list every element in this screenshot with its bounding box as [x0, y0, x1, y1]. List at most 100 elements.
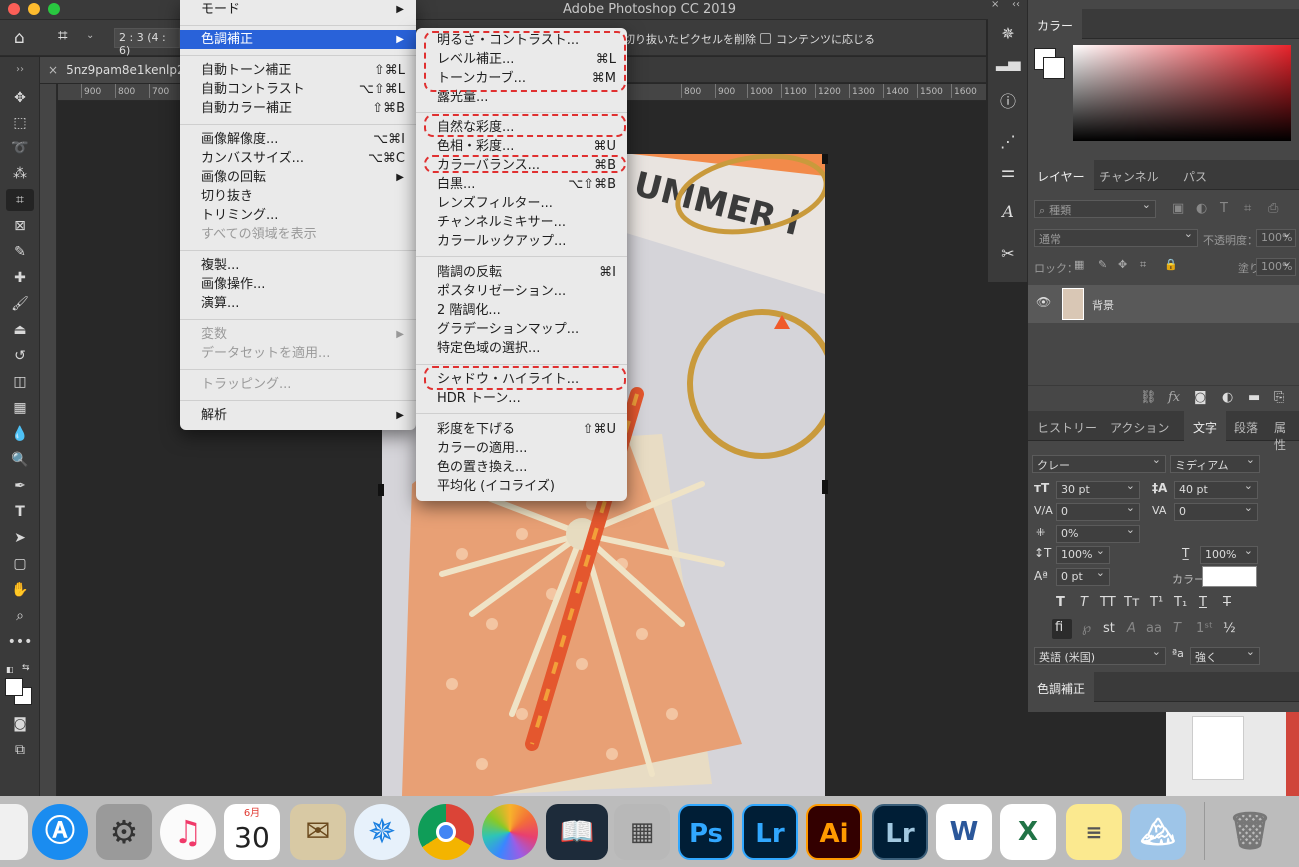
menu-item-duplicate[interactable]: 複製... [180, 256, 416, 275]
history-brush-tool-icon[interactable]: ↺ [6, 345, 34, 367]
font-size-input[interactable]: 30 pt [1056, 479, 1140, 499]
color-picker-field[interactable] [1073, 45, 1291, 141]
lightroom-icon[interactable]: Lr [872, 804, 928, 860]
menu-item-apply-image[interactable]: 画像操作... [180, 275, 416, 294]
blur-tool-icon[interactable]: 💧 [6, 423, 34, 445]
safari-icon[interactable]: ✵ [354, 804, 410, 860]
all-caps-icon[interactable]: TT [1100, 595, 1116, 610]
opacity-input[interactable]: 100% [1256, 227, 1296, 247]
preview-icon[interactable]: 🏔 [1130, 804, 1186, 860]
calculator-icon[interactable]: ▦ [614, 804, 670, 860]
filter-shape-icon[interactable]: ⌗ [1244, 201, 1251, 216]
excel-icon[interactable]: X [1000, 804, 1056, 860]
word-icon[interactable]: W [936, 804, 992, 860]
submenu-item-threshold[interactable]: 2 階調化... [416, 301, 627, 320]
kindle-icon[interactable]: 📖 [546, 804, 608, 860]
submenu-item-black-white[interactable]: 白黒... ⌥⇧⌘B [416, 175, 627, 194]
brush-settings-icon[interactable]: ⋰ [996, 130, 1020, 154]
finder-icon[interactable] [0, 804, 28, 860]
layer-style-icon[interactable]: fx [1168, 390, 1180, 405]
calendar-icon[interactable]: 6月 30 [224, 804, 280, 860]
leading-input[interactable]: 40 pt [1174, 479, 1258, 499]
fractions-icon[interactable]: ½ [1223, 621, 1236, 636]
tool-presets-icon[interactable]: ✂ [996, 242, 1020, 266]
submenu-item-desaturate[interactable]: 彩度を下げる ⇧⌘U [416, 420, 627, 439]
eyedropper-tool-icon[interactable]: ✎ [6, 241, 34, 263]
ordinals-icon[interactable]: 1ˢᵗ [1196, 621, 1213, 636]
character-styles-icon[interactable]: A [996, 200, 1020, 224]
pen-tool-icon[interactable]: ✒ [6, 475, 34, 497]
clone-stamp-tool-icon[interactable]: ⏏ [6, 319, 34, 341]
illustrator-icon[interactable]: Ai [806, 804, 862, 860]
menu-item-calculations[interactable]: 演算... [180, 294, 416, 313]
move-tool-icon[interactable]: ✥ [6, 87, 34, 109]
tab-adjustments[interactable]: 色調補正 [1028, 672, 1095, 702]
dodge-tool-icon[interactable]: 🔍 [6, 449, 34, 471]
antialias-select[interactable]: 強く [1190, 645, 1260, 665]
hand-tool-icon[interactable]: ✋ [6, 579, 34, 601]
trash-icon[interactable]: 🗑 [1222, 804, 1278, 860]
filter-smart-object-icon[interactable]: ⎙ [1268, 201, 1278, 216]
layer-row[interactable]: 👁 背景 [1028, 285, 1299, 323]
tracking-input[interactable]: 0 [1174, 501, 1258, 521]
superscript-icon[interactable]: T¹ [1150, 595, 1163, 610]
eraser-tool-icon[interactable]: ◫ [6, 371, 34, 393]
faux-bold-icon[interactable]: T [1056, 595, 1065, 610]
healing-brush-tool-icon[interactable]: ✚ [6, 267, 34, 289]
tab-properties[interactable]: 属性 [1265, 411, 1299, 452]
menu-item-image-rotation[interactable]: 画像の回転 ▶ [180, 168, 416, 187]
baseline-shift-input[interactable]: 0 pt [1056, 566, 1110, 586]
notes-icon[interactable]: ≡ [1066, 804, 1122, 860]
submenu-item-channel-mixer[interactable]: チャンネルミキサー... [416, 213, 627, 232]
swash-icon[interactable]: A [1127, 621, 1136, 636]
titling-alternates-icon[interactable]: T [1173, 621, 1181, 636]
eye-visibility-icon[interactable]: 👁 [1036, 295, 1051, 309]
menu-item-trim[interactable]: トリミング... [180, 206, 416, 225]
type-tool-icon[interactable]: T [6, 501, 34, 523]
submenu-item-color-lookup[interactable]: カラールックアップ... [416, 232, 627, 251]
more-tools-icon[interactable]: ••• [6, 631, 34, 653]
lock-image-icon[interactable]: ✎ [1098, 258, 1107, 271]
magic-wand-tool-icon[interactable]: ⁂ [6, 163, 34, 185]
rectangle-tool-icon[interactable]: ▢ [6, 553, 34, 575]
submenu-item-hue-saturation[interactable]: 色相・彩度... ⌘U [416, 137, 627, 156]
menu-item-auto-tone[interactable]: 自動トーン補正 ⇧⌘L [180, 61, 416, 80]
faux-italic-icon[interactable]: T [1080, 595, 1088, 610]
menu-item-canvas-size[interactable]: カンバスサイズ... ⌥⌘C [180, 149, 416, 168]
chrome-icon[interactable] [418, 804, 474, 860]
content-aware-checkbox[interactable] [760, 33, 771, 44]
crop-handle-left[interactable] [378, 484, 384, 496]
submenu-item-selective-color[interactable]: 特定色域の選択... [416, 339, 627, 358]
content-aware-option[interactable]: コンテンツに応じる [760, 31, 875, 47]
fill-input[interactable]: 100% [1256, 256, 1296, 276]
vertical-scale-input[interactable]: 100% [1056, 544, 1110, 564]
submenu-item-match-color[interactable]: カラーの適用... [416, 439, 627, 458]
filter-pixel-icon[interactable]: ▣ [1172, 201, 1184, 216]
tsume-input[interactable]: 0% [1056, 523, 1140, 543]
subscript-icon[interactable]: T₁ [1174, 595, 1187, 610]
layer-mask-icon[interactable]: ◙ [1194, 390, 1207, 405]
crop-tool-preset-icon[interactable]: ⌗ [58, 26, 68, 46]
lock-transparent-icon[interactable]: ▦ [1074, 258, 1084, 271]
new-layer-icon[interactable]: ⎘ [1274, 390, 1284, 405]
app-store-icon[interactable]: Ⓐ [32, 804, 88, 860]
submenu-item-equalize[interactable]: 平均化 (イコライズ) [416, 477, 627, 496]
close-panel-icon[interactable]: × [991, 0, 999, 10]
tab-character[interactable]: 文字 [1184, 411, 1227, 441]
screen-mode-icon[interactable]: ⧉ [6, 739, 34, 761]
expand-panel-icon[interactable]: ‹‹ [1012, 0, 1020, 10]
menu-item-image-size[interactable]: 画像解像度... ⌥⌘I [180, 130, 416, 149]
crop-ratio-select[interactable]: 2 : 3 (4 : 6) [114, 28, 180, 57]
lock-position-icon[interactable]: ✥ [1118, 258, 1127, 271]
submenu-item-invert[interactable]: 階調の反転 ⌘I [416, 263, 627, 282]
path-selection-tool-icon[interactable]: ➤ [6, 527, 34, 549]
kerning-input[interactable]: 0 [1056, 501, 1140, 521]
link-layers-icon[interactable]: ⛓ [1140, 390, 1157, 405]
histogram-icon[interactable]: ▂▄ [996, 50, 1021, 74]
lock-all-icon[interactable]: 🔒 [1164, 258, 1178, 271]
document-tab[interactable]: × 5nz9pam8e1kenlp2 [40, 57, 180, 83]
tab-channels[interactable]: チャンネル [1090, 160, 1168, 190]
collapse-toolbar-icon[interactable]: ›› [6, 59, 34, 81]
submenu-item-posterize[interactable]: ポスタリゼーション... [416, 282, 627, 301]
ligatures-icon[interactable]: fi [1052, 619, 1072, 639]
